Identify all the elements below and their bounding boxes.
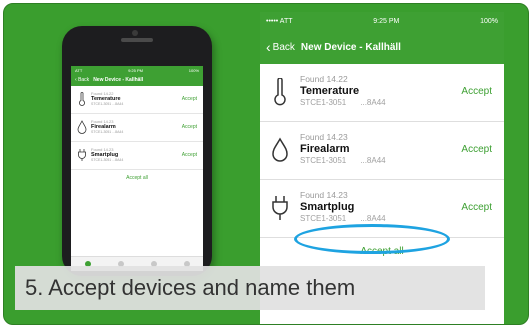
phone-status-bar: ATT 9:25 PM 100% xyxy=(71,66,203,74)
accept-button[interactable]: Accept xyxy=(182,96,197,102)
device-code: STCE1-3051 ...8A44 xyxy=(300,156,386,165)
status-bar: ••••• ATT 9:25 PM 100% xyxy=(260,12,504,30)
phone-nav-bar: ‹ Back New Device - Kallhäll xyxy=(71,74,203,86)
nav-title: New Device - Kallhäll xyxy=(300,41,401,53)
device-code: STCE1-3051 ...8A44 xyxy=(91,130,124,134)
back-button[interactable]: ‹ Back xyxy=(75,77,89,83)
found-label: Found 14.22 xyxy=(91,91,114,96)
flame-icon xyxy=(77,120,87,134)
list-item: Found 14.22 Temerature STCE1-3051 ...8A4… xyxy=(71,86,203,114)
back-label: Back xyxy=(78,77,90,83)
accept-all-button[interactable]: Accept all xyxy=(71,170,203,181)
device-code: STCE1-3051 ...8A44 xyxy=(300,98,386,107)
found-label: Found 14.23 xyxy=(91,147,114,152)
device-code: STCE1-3051 ...8A44 xyxy=(300,214,386,223)
accept-button[interactable]: Accept xyxy=(182,152,197,158)
flame-icon xyxy=(272,137,288,162)
thermometer-icon xyxy=(79,92,85,106)
time-label: 9:25 PM xyxy=(373,17,400,25)
plug-icon xyxy=(272,196,288,220)
list-item: Found 14.22 Temerature STCE1-3051 ...8A44… xyxy=(260,64,504,122)
found-label: Found 14.23 xyxy=(91,119,114,124)
time-label: 9:25 PM xyxy=(128,67,143,73)
back-label: Back xyxy=(272,41,295,53)
phone-camera xyxy=(132,30,138,36)
step-caption: 5. Accept devices and name them xyxy=(15,266,485,310)
found-label: Found 14.23 xyxy=(300,132,348,142)
carrier-label: ATT xyxy=(75,67,83,73)
highlight-ring xyxy=(294,224,450,254)
accept-button[interactable]: Accept xyxy=(461,202,492,213)
phone-speaker xyxy=(121,38,153,42)
back-button[interactable]: ‹ Back xyxy=(266,39,295,55)
accept-button[interactable]: Accept xyxy=(182,124,197,130)
device-code: STCE1-3051 ...8A44 xyxy=(91,102,124,106)
found-label: Found 14.23 xyxy=(300,190,348,200)
battery-label: 100% xyxy=(480,17,498,25)
device-code: STCE1-3051 ...8A44 xyxy=(91,158,124,162)
list-item: Found 14.23 Smartplug STCE1-3051 ...8A44… xyxy=(71,142,203,170)
phone-screen: ATT 9:25 PM 100% ‹ Back New Device - Kal… xyxy=(71,66,203,271)
found-label: Found 14.22 xyxy=(300,74,348,84)
plug-icon xyxy=(78,149,86,161)
nav-title: New Device - Kallhäll xyxy=(93,77,144,83)
accept-button[interactable]: Accept xyxy=(461,144,492,155)
nav-bar: ‹ Back New Device - Kallhäll xyxy=(260,30,504,64)
list-item: Found 14.23 Firealarm STCE1-3051 ...8A44… xyxy=(71,114,203,142)
battery-label: 100% xyxy=(188,67,199,73)
tutorial-slide: ATT 9:25 PM 100% ‹ Back New Device - Kal… xyxy=(3,3,529,325)
thermometer-icon xyxy=(274,78,286,106)
list-item: Found 14.23 Firealarm STCE1-3051 ...8A44 … xyxy=(260,122,504,180)
phone-mockup: ATT 9:25 PM 100% ‹ Back New Device - Kal… xyxy=(62,26,212,276)
accept-button[interactable]: Accept xyxy=(461,86,492,97)
carrier-label: ••••• ATT xyxy=(266,17,293,25)
chevron-left-icon: ‹ xyxy=(266,39,271,55)
